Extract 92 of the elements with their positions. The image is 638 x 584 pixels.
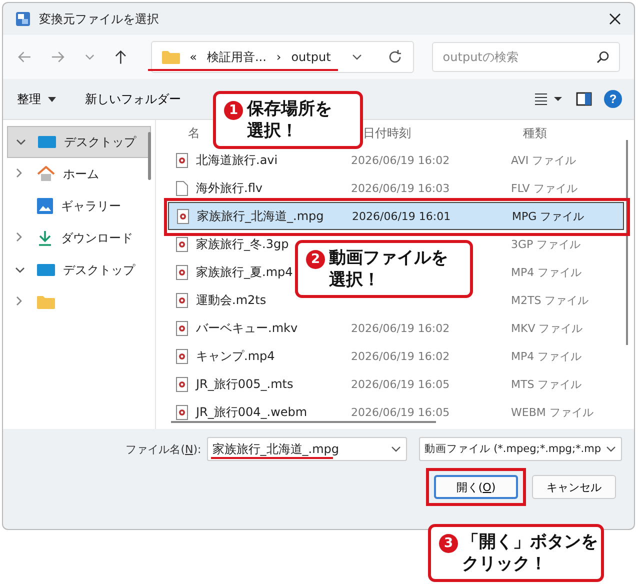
- file-name[interactable]: 家族旅行_北海道_.mpg: [197, 208, 324, 224]
- video-file-icon: [176, 376, 188, 392]
- sidebar-item[interactable]: ギャラリー: [7, 190, 151, 222]
- file-name[interactable]: 運動会.m2ts: [196, 292, 266, 308]
- new-folder-button[interactable]: 新しいフォルダー: [77, 86, 189, 112]
- callout-text: 動画ファイルを 選択！: [329, 247, 448, 291]
- file-type-text: 3GP ファイル: [511, 238, 581, 250]
- search-icon: [596, 50, 610, 64]
- file-type-text: FLV ファイル: [511, 182, 578, 194]
- open-button[interactable]: 開く(O): [434, 475, 518, 499]
- filename-field[interactable]: 家族旅行_北海道_.mpg: [207, 437, 408, 461]
- date-text: 2026/06/19 16:02: [351, 154, 450, 167]
- video-file-icon: [176, 264, 188, 280]
- file-name[interactable]: 海外旅行.flv: [196, 180, 262, 196]
- chevron-right-icon[interactable]: [15, 168, 23, 178]
- close-icon[interactable]: [608, 12, 622, 26]
- sidebar-item[interactable]: ダウンロード: [7, 222, 151, 254]
- video-file-icon: [176, 404, 188, 420]
- selected-file-row[interactable]: 家族旅行_北海道_.mpg 2026/06/19 16:01 MPG ファイル: [168, 202, 624, 230]
- video-file-icon: [176, 320, 188, 336]
- date-text: 2026/06/19 16:01: [352, 210, 451, 223]
- sidebar-item[interactable]: デスクトップ: [7, 254, 151, 286]
- file-type-dropdown[interactable]: 動画ファイル (*.mpeg;*.mpg;*.mp: [419, 437, 622, 461]
- step-number-badge: 1: [224, 101, 243, 120]
- caret-icon: [47, 95, 57, 103]
- filename-label: ファイル名(N):: [126, 442, 202, 456]
- back-arrow-icon[interactable]: [17, 49, 32, 65]
- picture-icon: [37, 198, 53, 214]
- callout-text: 「開く」ボタンを クリック！: [462, 531, 598, 575]
- scrollbar-thumb[interactable]: [148, 132, 151, 180]
- scrollbar-thumb[interactable]: [626, 140, 628, 345]
- file-name[interactable]: キャンプ.mp4: [196, 348, 275, 364]
- video-file-icon: [176, 152, 188, 168]
- cancel-button[interactable]: キャンセル: [532, 475, 616, 499]
- chevron-down-icon[interactable]: [15, 266, 25, 274]
- file-type-text: M2TS ファイル: [511, 294, 589, 306]
- video-file-icon: [176, 348, 188, 364]
- video-file-icon: [177, 208, 189, 224]
- breadcrumb-item[interactable]: «: [190, 50, 197, 64]
- address-bar[interactable]: « 検証用音... › output: [150, 41, 414, 73]
- sidebar-item[interactable]: ホーム: [7, 158, 151, 190]
- callout-text: 保存場所を 選択！: [247, 98, 332, 142]
- date-text: 2026/06/19 16:05: [351, 406, 450, 419]
- chevron-right-icon[interactable]: [15, 296, 23, 306]
- desktop-icon: [37, 263, 55, 277]
- organize-button[interactable]: 整理: [9, 86, 65, 112]
- file-type-text: MPG ファイル: [512, 210, 584, 222]
- step-number-badge: 3: [439, 534, 458, 553]
- forward-arrow-icon[interactable]: [50, 49, 66, 65]
- file-icon: [176, 180, 188, 196]
- help-icon[interactable]: ?: [604, 90, 622, 108]
- step-number-badge: 2: [306, 250, 325, 269]
- file-name[interactable]: 家族旅行_冬.3gp: [196, 236, 289, 252]
- window-title: 変換元ファイルを選択: [39, 10, 159, 28]
- search-field[interactable]: outputの検索: [432, 42, 620, 72]
- scrollbar-thumb[interactable]: [171, 421, 436, 423]
- folder-icon: [162, 50, 180, 64]
- date-text: 2026/06/19 16:02: [351, 322, 450, 335]
- desktop-icon: [38, 135, 56, 149]
- up-arrow-icon[interactable]: [113, 49, 129, 65]
- column-header[interactable]: 日付時刻: [363, 126, 411, 140]
- download-icon: [37, 230, 53, 246]
- video-file-icon: [176, 236, 188, 252]
- file-name[interactable]: JR_旅行005_.mts: [196, 376, 294, 392]
- date-text: 2026/06/19 16:05: [351, 378, 450, 391]
- file-type-text: MP4 ファイル: [511, 266, 582, 278]
- date-text: 2026/06/19 16:02: [351, 350, 450, 363]
- file-name[interactable]: 家族旅行_夏.mp4: [196, 264, 293, 280]
- refresh-icon[interactable]: [386, 49, 403, 65]
- home-icon: [37, 166, 55, 182]
- video-file-icon: [176, 292, 188, 308]
- breadcrumb-item[interactable]: output: [291, 50, 331, 64]
- file-type-text: MKV ファイル: [511, 322, 583, 334]
- sidebar-item[interactable]: デスクトップ: [7, 126, 151, 158]
- breadcrumb-item[interactable]: 検証用音...: [206, 48, 266, 66]
- file-name[interactable]: バーベキュー.mkv: [196, 320, 298, 336]
- chevron-right-icon[interactable]: [15, 232, 23, 242]
- folder-icon: [37, 295, 55, 309]
- file-name[interactable]: 北海道旅行.avi: [196, 152, 278, 168]
- breadcrumb-item[interactable]: ›: [276, 50, 282, 64]
- date-text: 2026/06/19 16:03: [351, 182, 450, 195]
- file-type-text: MTS ファイル: [511, 378, 582, 390]
- preview-pane-icon[interactable]: [576, 92, 592, 106]
- file-type-text: WEBM ファイル: [511, 406, 594, 418]
- file-type-text: MP4 ファイル: [511, 350, 582, 362]
- chevron-down-icon[interactable]: [16, 138, 26, 146]
- column-header[interactable]: 種類: [523, 126, 547, 140]
- view-list-icon[interactable]: [534, 92, 564, 106]
- column-header[interactable]: 名: [188, 124, 200, 142]
- app-icon: [15, 11, 31, 27]
- file-type-text: AVI ファイル: [511, 154, 576, 166]
- file-name[interactable]: JR_旅行004_.webm: [196, 404, 308, 420]
